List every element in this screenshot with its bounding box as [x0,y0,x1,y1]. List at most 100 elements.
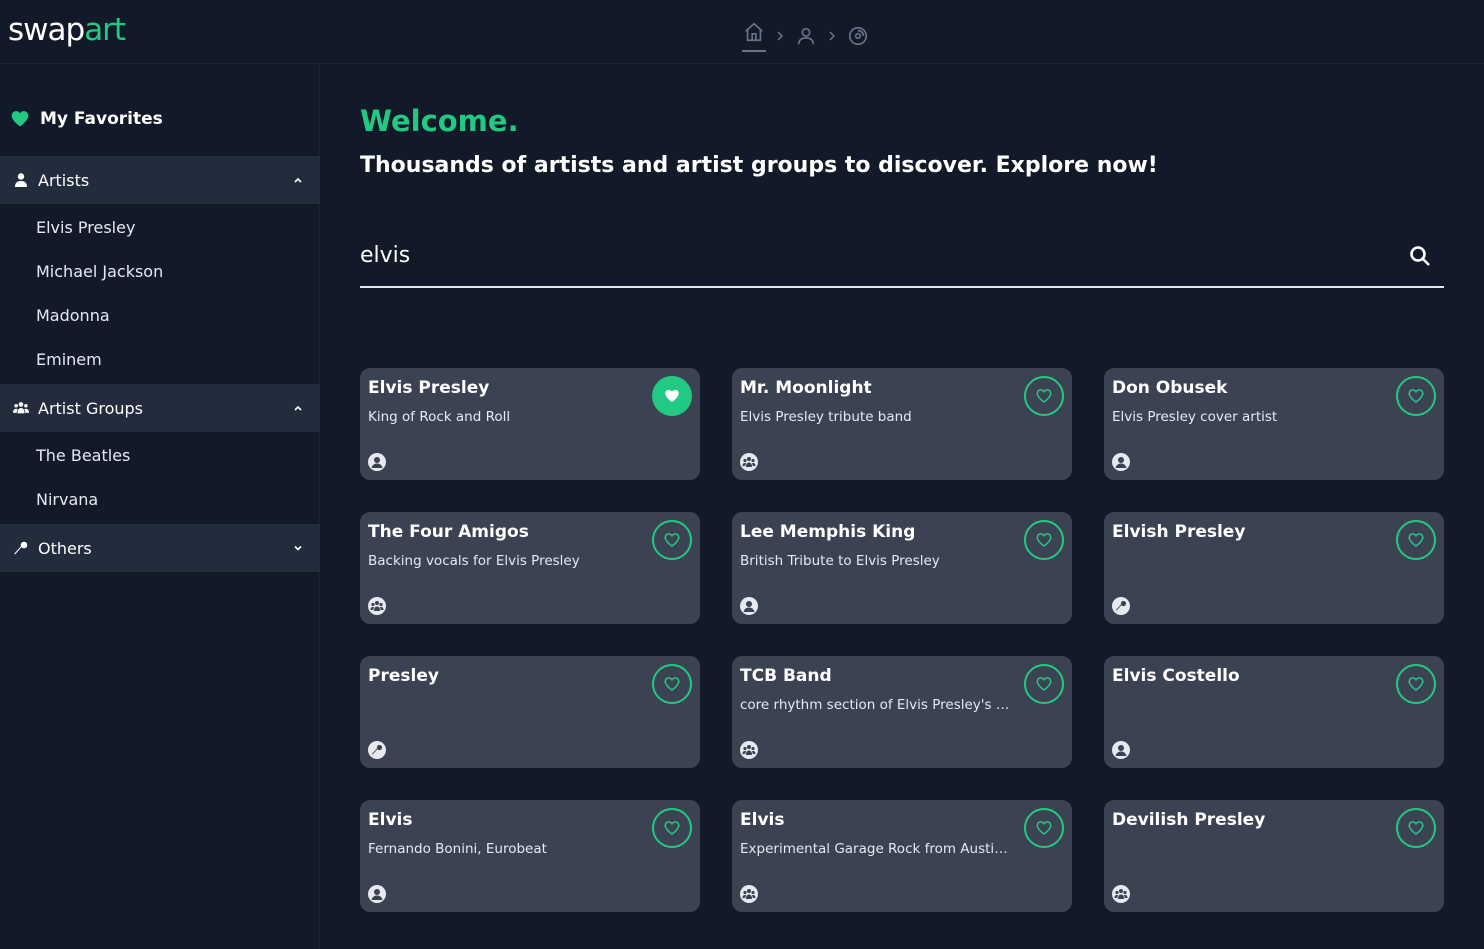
result-description: Experimental Garage Rock from Austin,… [740,841,1010,857]
group-icon [368,597,386,615]
result-description: Fernando Bonini, Eurobeat [368,841,547,857]
breadcrumb [742,20,870,52]
microphone-icon [1112,597,1130,615]
favorite-toggle-button[interactable] [652,376,692,416]
result-name: Elvis [740,810,785,830]
section-others-label: Others [38,538,92,558]
sidebar-item-group[interactable]: The Beatles [36,444,130,468]
section-artist-groups-label: Artist Groups [38,398,143,418]
result-description: core rhythm section of Elvis Presley's b… [740,697,1010,713]
heart-outline-icon [1036,389,1052,403]
person-icon [368,885,386,903]
sidebar-item-artist[interactable]: Madonna [36,304,110,328]
result-card[interactable]: Elvis Costello [1104,656,1444,768]
result-name: The Four Amigos [368,522,529,542]
disc-icon [848,26,868,46]
result-description: Elvis Presley tribute band [740,409,912,425]
result-card[interactable]: Elvish Presley [1104,512,1444,624]
person-icon [740,597,758,615]
search-bar [360,236,1444,288]
result-name: Mr. Moonlight [740,378,872,398]
result-card[interactable]: Presley [360,656,700,768]
favorite-toggle-button[interactable] [1024,664,1064,704]
sidebar-item-artist[interactable]: Michael Jackson [36,260,163,284]
heart-outline-icon [664,677,680,691]
person-icon [368,453,386,471]
heart-icon [11,111,29,127]
chevron-right-icon [818,31,846,41]
heart-outline-icon [1408,533,1424,547]
my-favorites-link[interactable]: My Favorites [10,107,163,131]
favorite-toggle-button[interactable] [652,664,692,704]
my-favorites-label: My Favorites [40,109,163,129]
result-card[interactable]: Devilish Presley [1104,800,1444,912]
chevron-down-icon [294,545,302,551]
app-logo[interactable]: swapart [8,12,126,48]
breadcrumb-user[interactable] [794,24,818,48]
result-name: Devilish Presley [1112,810,1266,830]
result-card[interactable]: TCB Band core rhythm section of Elvis Pre… [732,656,1072,768]
sidebar-item-group[interactable]: Nirvana [36,488,98,512]
heart-icon [665,389,679,402]
result-card[interactable]: Elvis Experimental Garage Rock from Austi… [732,800,1072,912]
heart-outline-icon [1408,389,1424,403]
section-artists-label: Artists [38,170,90,190]
chevron-up-icon [294,177,302,183]
user-icon [797,27,815,45]
result-name: Elvis [368,810,413,830]
result-name: Don Obusek [1112,378,1228,398]
favorite-toggle-button[interactable] [1396,664,1436,704]
result-card[interactable]: Lee Memphis King British Tribute to Elvis… [732,512,1072,624]
result-card[interactable]: Elvis Fernando Bonini, Eurobeat [360,800,700,912]
heart-outline-icon [1036,533,1052,547]
result-card[interactable]: The Four Amigos Backing vocals for Elvis … [360,512,700,624]
page-subtitle: Thousands of artists and artist groups t… [360,153,1158,178]
group-icon [740,453,758,471]
person-icon [12,171,30,189]
chevron-up-icon [294,405,302,411]
result-card[interactable]: Elvis Presley King of Rock and Roll [360,368,700,480]
result-card[interactable]: Don Obusek Elvis Presley cover artist [1104,368,1444,480]
logo-accent: art [84,12,126,48]
result-name: Elvis Presley [368,378,490,398]
favorite-toggle-button[interactable] [1024,808,1064,848]
home-icon [745,22,763,42]
favorite-toggle-button[interactable] [1024,520,1064,560]
result-card[interactable]: Mr. Moonlight Elvis Presley tribute band [732,368,1072,480]
favorite-toggle-button[interactable] [1396,808,1436,848]
breadcrumb-disc[interactable] [846,24,870,48]
section-others[interactable]: Others [0,524,320,572]
heart-outline-icon [664,533,680,547]
group-icon [12,399,30,417]
welcome-heading: Welcome. [360,104,519,138]
favorite-toggle-button[interactable] [652,808,692,848]
sidebar-item-artist[interactable]: Elvis Presley [36,216,135,240]
group-icon [740,741,758,759]
favorite-toggle-button[interactable] [1024,376,1064,416]
group-icon [1112,885,1130,903]
search-icon[interactable] [1408,244,1432,268]
person-icon [1112,741,1130,759]
sidebar: My Favorites Artists Elvis Presley Micha… [0,65,320,949]
search-input[interactable] [360,236,1360,274]
favorite-toggle-button[interactable] [1396,376,1436,416]
result-name: Lee Memphis King [740,522,916,542]
result-name: Elvis Costello [1112,666,1240,686]
section-artist-groups[interactable]: Artist Groups [0,384,320,432]
favorite-toggle-button[interactable] [1396,520,1436,560]
section-artists[interactable]: Artists [0,156,320,204]
heart-outline-icon [1408,821,1424,835]
favorite-toggle-button[interactable] [652,520,692,560]
logo-prefix: swap [8,12,85,48]
heart-outline-icon [1036,821,1052,835]
chevron-right-icon [766,31,794,41]
result-description: King of Rock and Roll [368,409,511,425]
breadcrumb-home[interactable] [742,20,766,52]
result-name: Presley [368,666,439,686]
result-description: Backing vocals for Elvis Presley [368,553,580,569]
microphone-icon [12,539,30,557]
heart-outline-icon [1408,677,1424,691]
sidebar-item-artist[interactable]: Eminem [36,348,102,372]
top-bar: swapart [0,0,1484,64]
heart-outline-icon [664,821,680,835]
